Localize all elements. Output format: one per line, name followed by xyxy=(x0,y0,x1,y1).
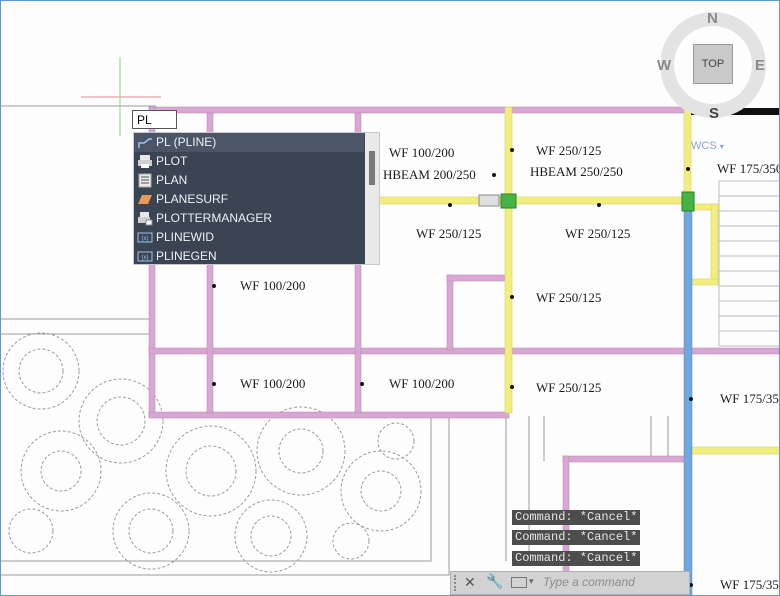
leader-dot xyxy=(360,382,364,386)
beam-label: WF 250/125 xyxy=(416,226,482,241)
autocomplete-item-label: PLINEWID xyxy=(156,230,215,244)
ucs-menu[interactable]: WCS ▾ xyxy=(691,140,724,152)
plotter-manager-icon xyxy=(138,212,153,226)
autocomplete-item-plinewid[interactable]: (x) PLINEWID xyxy=(134,228,364,247)
system-variable-icon: (x) xyxy=(137,251,153,262)
viewcube[interactable]: N W E S TOP xyxy=(657,9,771,122)
hbeam-250-node xyxy=(500,193,517,209)
command-line-input[interactable]: Type a command xyxy=(543,575,635,589)
autocomplete-item-planesurf[interactable]: PLANESURF xyxy=(134,190,364,209)
printer-icon xyxy=(138,155,152,168)
beam-label: HBEAM 200/250 xyxy=(383,167,476,182)
compass-east[interactable]: E xyxy=(755,57,765,74)
svg-text:(x): (x) xyxy=(142,236,149,242)
polyline-icon xyxy=(138,138,152,148)
autocomplete-scrollbar[interactable] xyxy=(365,133,379,264)
autocomplete-item-pline[interactable]: PL (PLINE) xyxy=(134,133,364,152)
compass-north[interactable]: N xyxy=(707,10,718,27)
autocomplete-item-label: PLOT xyxy=(156,154,188,168)
autocomplete-item-label: PLANESURF xyxy=(156,192,229,206)
autocomplete-item-plot[interactable]: PLOT xyxy=(134,152,364,171)
leader-dot xyxy=(492,173,496,177)
column-node xyxy=(681,191,695,212)
scrollbar-thumb[interactable] xyxy=(369,151,375,185)
beam-label: WF 100/200 xyxy=(240,376,306,391)
beam-label: WF 250/125 xyxy=(536,380,602,395)
ucs-label: WCS xyxy=(691,140,717,152)
beam-label: WF 250/125 xyxy=(565,226,631,241)
beam-label: WF 100/200 xyxy=(240,278,306,293)
recent-commands-icon[interactable] xyxy=(511,577,527,588)
compass-south[interactable]: S xyxy=(709,105,719,122)
command-history-line: Command: *Cancel* xyxy=(512,551,641,566)
drag-handle-icon[interactable] xyxy=(454,575,461,591)
autocomplete-item-label: PLAN xyxy=(156,173,188,187)
viewcube-top-face[interactable]: TOP xyxy=(693,44,733,84)
close-icon[interactable]: ✕ xyxy=(464,574,476,591)
leader-dot xyxy=(212,382,216,386)
command-line-bar[interactable]: ✕ 🔧 ▾ Type a command xyxy=(450,571,690,595)
beam-label: WF 100/200 xyxy=(389,145,455,160)
wrench-icon[interactable]: 🔧 xyxy=(486,573,503,590)
dynamic-command-input[interactable]: PL xyxy=(132,110,177,129)
command-history-line: Command: *Cancel* xyxy=(512,510,641,525)
plan-view-icon xyxy=(138,173,152,188)
command-autocomplete-list[interactable]: PL (PLINE) PLOT PLAN PLANESURF PLOTTERMA… xyxy=(133,132,380,265)
planar-surface-icon xyxy=(138,195,152,204)
beam-label: HBEAM 250/250 xyxy=(530,164,623,179)
chevron-down-icon[interactable]: ▾ xyxy=(529,576,534,587)
blue-beam xyxy=(683,208,693,595)
autocomplete-item-label: PLINEGEN xyxy=(156,249,217,263)
beam-label: WF 250/125 xyxy=(536,290,602,305)
stair-lines xyxy=(718,180,779,347)
leader-dot xyxy=(597,203,601,207)
model-space-canvas[interactable]: WF 100/200 HBEAM 200/250 WF 250/125 HBEA… xyxy=(0,0,780,596)
command-history-line: Command: *Cancel* xyxy=(512,530,641,545)
svg-text:(x): (x) xyxy=(142,255,149,261)
leader-dot xyxy=(448,203,452,207)
autocomplete-item-plottermanager[interactable]: PLOTTERMANAGER xyxy=(134,209,364,228)
autocomplete-item-plinegen[interactable]: (x) PLINEGEN xyxy=(134,247,364,266)
leader-dot xyxy=(510,295,514,299)
beam-label: WF 175/350 xyxy=(720,577,780,592)
beam-label: WF 175/350 xyxy=(717,161,780,176)
hbeam-200-node xyxy=(478,194,500,207)
leader-dot xyxy=(510,385,514,389)
leader-dot xyxy=(686,167,690,171)
compass-west[interactable]: W xyxy=(657,57,671,74)
autocomplete-item-plan[interactable]: PLAN xyxy=(134,171,364,190)
leader-dot xyxy=(510,148,514,152)
autocomplete-item-label: PLOTTERMANAGER xyxy=(156,211,273,225)
leader-dot xyxy=(689,397,693,401)
autocomplete-item-label: PL (PLINE) xyxy=(156,135,217,149)
beam-label: WF 100/200 xyxy=(389,376,455,391)
system-variable-icon: (x) xyxy=(137,232,153,243)
leader-dot xyxy=(212,284,216,288)
beam-label: WF 250/125 xyxy=(536,143,602,158)
chevron-down-icon: ▾ xyxy=(719,142,724,151)
beam-label: WF 175/350 xyxy=(720,391,780,406)
